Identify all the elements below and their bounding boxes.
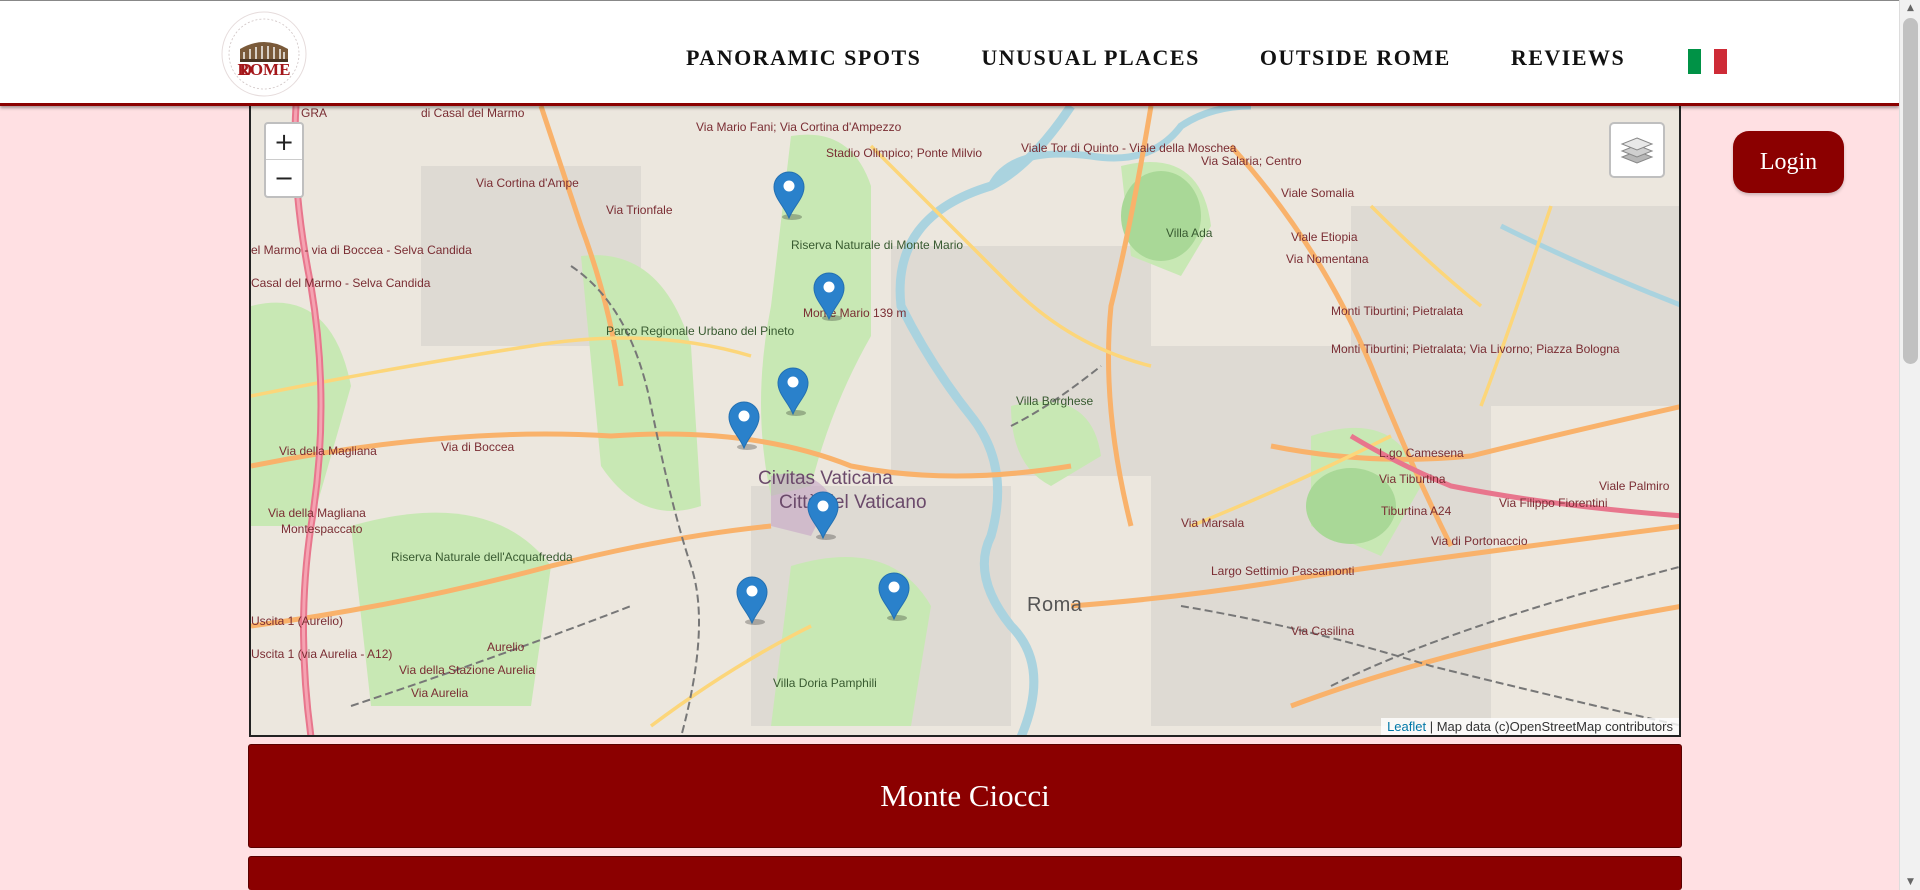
- main-nav: PANORAMIC SPOTS UNUSUAL PLACES OUTSIDE R…: [686, 45, 1685, 71]
- site-header: ROME D PANORAMIC SPOTS UNUSUAL PLACES OU…: [0, 0, 1899, 106]
- map-label: Via Nomentana: [1286, 252, 1369, 266]
- nav-outside-rome[interactable]: OUTSIDE ROME: [1260, 45, 1451, 71]
- nav-reviews[interactable]: REVIEWS: [1511, 45, 1625, 71]
- map-marker-icon[interactable]: [812, 271, 846, 321]
- map-label: Via della Magliana: [279, 444, 377, 458]
- leaflet-link[interactable]: Leaflet: [1387, 719, 1426, 734]
- map-label: Città del Vaticano: [779, 492, 927, 513]
- attribution-text: | Map data (c)OpenStreetMap contributors: [1426, 719, 1673, 734]
- map-label: Via Cortina d'Ampe: [476, 176, 579, 190]
- zoom-out-button[interactable]: −: [266, 160, 302, 196]
- map-label: Riserva Naturale dell'Acquafredda: [391, 550, 573, 564]
- map-label: Stadio Olimpico; Ponte Milvio: [826, 146, 983, 160]
- map-label: Uscita 1 (Aurelio): [251, 614, 344, 628]
- zoom-in-button[interactable]: +: [266, 124, 302, 160]
- map-marker-icon[interactable]: [806, 490, 840, 540]
- map-attribution: Leaflet | Map data (c)OpenStreetMap cont…: [1381, 718, 1679, 735]
- scroll-down-arrow-icon[interactable]: ▼: [1900, 874, 1920, 890]
- site-logo[interactable]: ROME D: [218, 9, 310, 99]
- italian-flag-icon[interactable]: [1688, 49, 1727, 74]
- map-label: Monti Tiburtini; Pietralata; Via Livorno…: [1331, 342, 1620, 356]
- map-label: Villa Doria Pamphili: [773, 676, 877, 690]
- map-label: Via Casilina: [1291, 624, 1355, 638]
- place-card[interactable]: [248, 856, 1682, 890]
- map-label: Via della Stazione Aurelia: [399, 663, 535, 677]
- map-label: Riserva Naturale di Monte Mario: [791, 238, 964, 252]
- map-label: Aurelio: [487, 640, 525, 654]
- map-label: GRA: [301, 106, 328, 120]
- map-label: Viale Palmiro: [1599, 479, 1670, 493]
- map-label: Villa Borghese: [1016, 394, 1094, 408]
- map-label: Via Salaria; Centro: [1201, 154, 1302, 168]
- map-label: Civitas Vaticana: [758, 468, 893, 489]
- map-marker-icon[interactable]: [727, 400, 761, 450]
- map-label: Viale Tor di Quinto - Viale della Mosche…: [1021, 141, 1237, 155]
- scroll-up-arrow-icon[interactable]: ▲: [1900, 0, 1920, 16]
- map-label: Via Aurelia: [411, 686, 469, 700]
- nav-panoramic-spots[interactable]: PANORAMIC SPOTS: [686, 45, 921, 71]
- map-label: Largo Settimio Passamonti: [1211, 564, 1355, 578]
- map-label: Monti Tiburtini; Pietralata: [1331, 304, 1464, 318]
- place-name: Monte Ciocci: [880, 778, 1050, 813]
- map-label: Casal del Marmo - Selva Candida: [251, 276, 431, 290]
- map-label: Via di Boccea: [441, 440, 515, 454]
- map-label: L.go Camesena: [1379, 446, 1464, 460]
- page-scrollbar[interactable]: ▲ ▼: [1899, 0, 1920, 890]
- place-card[interactable]: Monte Ciocci: [248, 744, 1682, 848]
- map-marker-icon[interactable]: [772, 170, 806, 220]
- map-label: Tiburtina A24: [1381, 504, 1452, 518]
- map-label: Via della Magliana: [268, 506, 366, 520]
- map-marker-icon[interactable]: [776, 366, 810, 416]
- map-label: Via Mario Fani; Via Cortina d'Ampezzo: [696, 120, 902, 134]
- zoom-control: + −: [264, 122, 304, 198]
- map-label: Viale Etiopia: [1291, 230, 1358, 244]
- map-label: el Marmo - via di Boccea - Selva Candida: [251, 243, 472, 257]
- map-label: Viale Somalia: [1281, 186, 1355, 200]
- map-label: Montespaccato: [281, 522, 363, 536]
- map-label: Parco Regionale Urbano del Pineto: [606, 324, 795, 338]
- svg-text:D: D: [240, 60, 252, 79]
- map-label: Via Tiburtina: [1379, 472, 1446, 486]
- map-label: Villa Ada: [1166, 226, 1213, 240]
- nav-unusual-places[interactable]: UNUSUAL PLACES: [981, 45, 1199, 71]
- map-view[interactable]: GRA di Casal del Marmo Via Mario Fani; V…: [249, 106, 1681, 737]
- map-label: Uscita 1 (via Aurelia - A12): [251, 647, 393, 661]
- map-marker-icon[interactable]: [877, 571, 911, 621]
- map-label: di Casal del Marmo: [421, 106, 525, 120]
- map-label: Via Marsala: [1181, 516, 1245, 530]
- map-tiles: [251, 106, 1679, 735]
- scroll-thumb[interactable]: [1903, 18, 1918, 364]
- login-button[interactable]: Login: [1733, 131, 1844, 193]
- map-label: Via di Portonaccio: [1431, 534, 1528, 548]
- layers-icon: [1620, 137, 1654, 164]
- map-label: Roma: [1027, 594, 1083, 616]
- layers-control-button[interactable]: [1609, 122, 1665, 178]
- map-label: Via Trionfale: [606, 203, 673, 217]
- map-marker-icon[interactable]: [735, 575, 769, 625]
- map-label: Via Filippo Fiorentini: [1499, 496, 1608, 510]
